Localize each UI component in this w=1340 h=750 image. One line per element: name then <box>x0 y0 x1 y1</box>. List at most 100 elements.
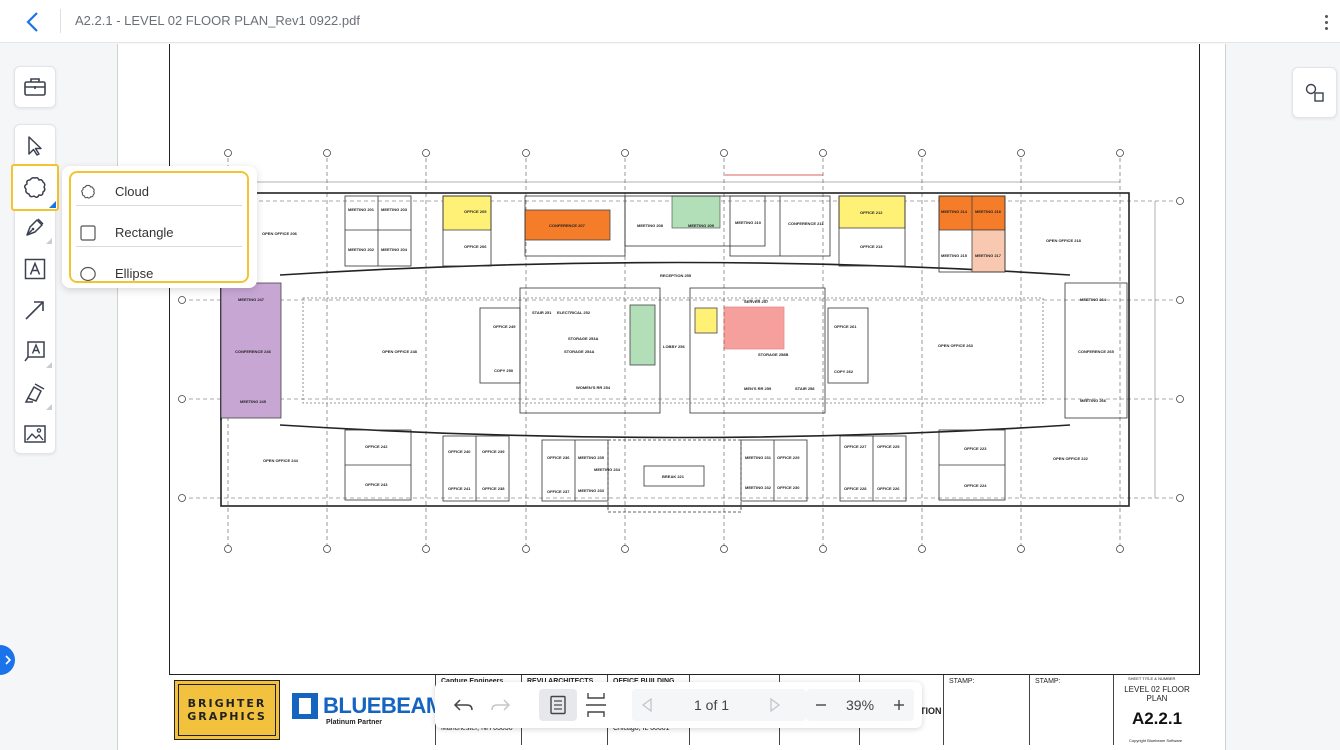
cloud-shape-tool-button[interactable] <box>11 164 59 211</box>
room-label: CONFERENCE 265 <box>1078 349 1115 354</box>
stair-highlight-red <box>723 306 785 350</box>
more-options-button[interactable] <box>1316 8 1336 36</box>
stamp-label: STAMP: <box>1035 678 1061 685</box>
back-button[interactable] <box>18 8 46 36</box>
room-highlight-peach <box>971 229 1006 273</box>
room-label: OFFICE 240 <box>448 449 471 454</box>
callout-tool-button[interactable] <box>15 331 55 371</box>
room-label: OFFICE 227 <box>844 444 867 449</box>
zoom-level-text: 39% <box>846 697 875 713</box>
room-label: CONFERENCE 246 <box>235 349 272 354</box>
text-tool-button[interactable] <box>15 249 55 289</box>
dot <box>1324 26 1328 30</box>
room-label: COPY 250 <box>494 368 514 373</box>
room-label: RECEPTION 255 <box>660 273 692 278</box>
markup-toolbar <box>11 124 59 454</box>
room-label: MEN'S RR 259 <box>744 386 772 391</box>
stamp-cell: STAMP: <box>1029 675 1115 745</box>
menu-item-label: Ellipse <box>115 266 154 281</box>
copyright-text: Copyright Bluebeam Software <box>1129 738 1183 743</box>
logo-text: GRAPHICS <box>187 710 267 723</box>
image-tool-button[interactable] <box>15 414 55 454</box>
elevator-highlight-yellow <box>694 307 718 334</box>
room-label: STAIR 258 <box>795 386 815 391</box>
bluebeam-wordmark: BLUEBEAM <box>323 693 444 718</box>
room-label: MEETING 208 <box>637 223 664 228</box>
room-label: MEETING 209 <box>688 223 715 228</box>
room-label: MEETING 210 <box>735 220 762 225</box>
room-label: OFFICE 243 <box>365 482 388 487</box>
undo-button[interactable] <box>447 689 479 721</box>
ellipse-icon <box>80 266 96 282</box>
room-label: OFFICE 261 <box>834 324 857 329</box>
bluebeam-mark-icon <box>292 693 318 719</box>
submenu-indicator <box>46 362 52 368</box>
cloud-icon <box>81 184 95 199</box>
room-label: OFFICE 206 <box>464 244 487 249</box>
redo-button[interactable] <box>485 689 517 721</box>
arrow-line-tool-button[interactable] <box>15 290 55 330</box>
shapes-compare-icon <box>1305 83 1324 102</box>
chevron-left-icon <box>26 12 38 32</box>
brighter-graphics-logo: BRIGHTER GRAPHICS <box>174 680 280 740</box>
submenu-indicator <box>46 238 52 244</box>
image-icon <box>24 425 46 443</box>
menu-item-label: Rectangle <box>115 225 174 240</box>
room-label: OPEN OFFICE 222 <box>1053 456 1089 461</box>
bluebeam-subtitle: Platinum Partner <box>326 719 383 726</box>
room-label: MEETING 203 <box>381 207 408 212</box>
compare-button[interactable] <box>1292 67 1337 118</box>
dot <box>1324 20 1328 24</box>
rectangle-icon <box>80 225 96 241</box>
chevron-right-icon <box>4 655 11 665</box>
next-page-button[interactable] <box>760 689 790 721</box>
previous-page-button[interactable] <box>632 689 662 721</box>
room-label: OPEN OFFICE 206 <box>262 231 298 236</box>
room-label: MEETING 234 <box>594 467 621 472</box>
room-label: WOMEN'S RR 254 <box>576 385 611 390</box>
logo-text: BRIGHTER <box>187 697 267 710</box>
zoom-out-button[interactable] <box>806 689 836 721</box>
more-vertical-icon <box>1324 14 1328 18</box>
room-label: MEETING 216 <box>975 209 1002 214</box>
top-bar: A2.2.1 - LEVEL 02 FLOOR PLAN_Rev1 0922.p… <box>0 0 1340 43</box>
room-label: OFFICE 241 <box>448 486 471 491</box>
room-label: MEETING 231 <box>745 455 772 460</box>
redo-icon <box>491 699 511 711</box>
continuous-scroll-icon <box>586 693 606 717</box>
room-label: STORAGE 258B <box>758 352 788 357</box>
room-label: OPEN OFFICE 248 <box>382 349 418 354</box>
triangle-left-icon <box>641 698 652 712</box>
highlighter-tool-button[interactable] <box>15 373 55 413</box>
sheet-number: A2.2.1 <box>1131 709 1183 728</box>
room-label: OFFICE 212 <box>860 210 883 215</box>
shape-submenu-focus-ring: Cloud Rectangle Ellipse <box>69 171 249 283</box>
toolbox-icon <box>24 78 46 96</box>
submenu-indicator <box>46 404 52 410</box>
room-label: OFFICE 226 <box>877 486 900 491</box>
room-label: MEETING 235 <box>578 455 605 460</box>
continuous-view-button[interactable] <box>579 689 613 721</box>
pen-tool-button[interactable] <box>15 207 55 247</box>
zoom-in-button[interactable] <box>884 689 914 721</box>
room-label: MEETING 215 <box>941 253 968 258</box>
toolbox-button[interactable] <box>15 67 55 107</box>
page-indicator: 1 of 1 <box>632 689 806 721</box>
room-label: MEETING 266 <box>1080 398 1107 403</box>
text-icon <box>24 258 46 280</box>
highlighter-icon <box>24 383 45 403</box>
floor-plan-drawing: OPEN OFFICE 206 MEETING 201 MEETING 203 … <box>160 140 1200 560</box>
document-title: A2.2.1 - LEVEL 02 FLOOR PLAN_Rev1 0922.p… <box>75 13 360 28</box>
triangle-right-icon <box>770 698 781 712</box>
room-label: OFFICE 238 <box>482 486 505 491</box>
menu-item-label: Cloud <box>115 184 149 199</box>
select-arrow-icon <box>28 136 42 156</box>
room-label: BREAK 221 <box>662 474 685 479</box>
room-label: OFFICE 224 <box>964 483 987 488</box>
undo-icon <box>453 699 473 711</box>
menu-item-ellipse[interactable]: Ellipse <box>71 255 247 292</box>
select-tool-button[interactable] <box>15 126 55 166</box>
single-page-view-button[interactable] <box>539 689 577 721</box>
room-label: OPEN OFFICE 218 <box>1046 238 1082 243</box>
minus-icon <box>816 704 826 706</box>
